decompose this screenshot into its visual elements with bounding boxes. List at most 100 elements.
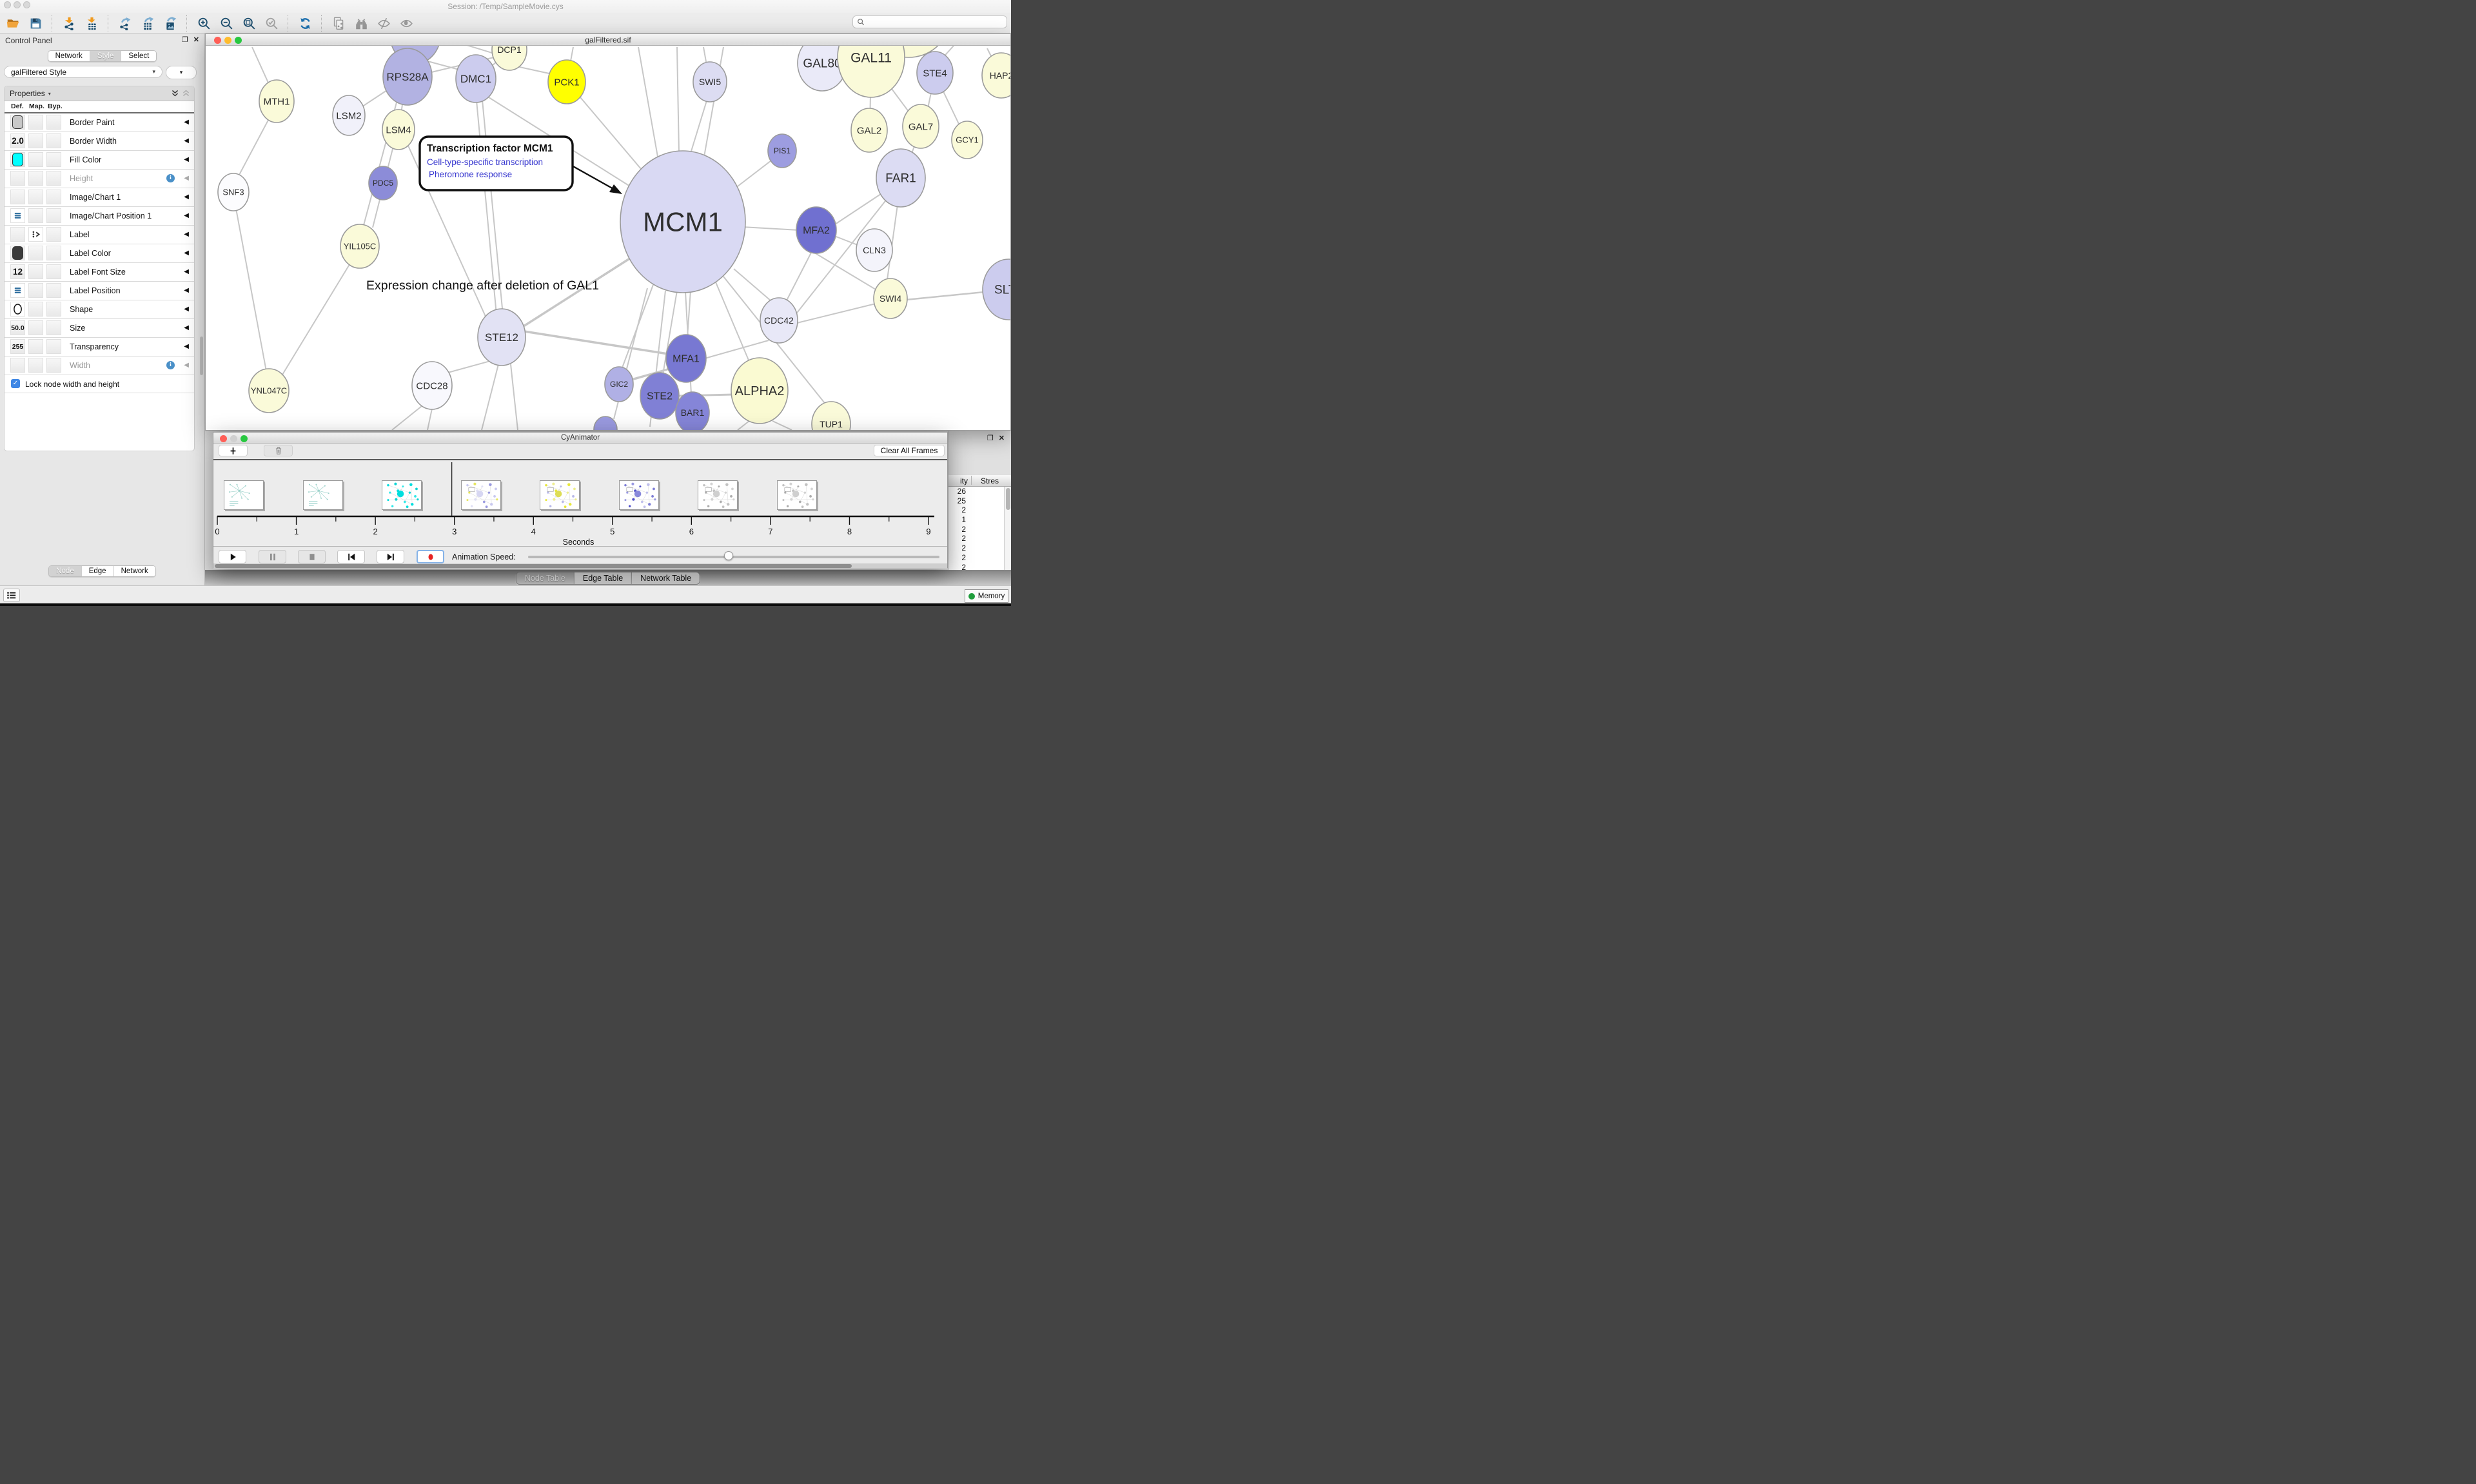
results-row[interactable]: 2 [948, 534, 1005, 543]
frame-thumbnail-6[interactable] [698, 480, 738, 510]
lock-size-checkbox[interactable]: ✓ [11, 379, 20, 388]
style-selector[interactable]: galFiltered Style ▾ [4, 66, 162, 78]
default-value-cell[interactable] [10, 283, 25, 298]
results-row[interactable]: 25 [948, 496, 1005, 506]
pause-button[interactable] [259, 550, 286, 563]
mapping-cell[interactable] [28, 320, 43, 335]
network-edge[interactable] [524, 331, 668, 354]
duplicate-network-icon[interactable] [331, 15, 346, 31]
results-scrollbar[interactable] [1004, 487, 1011, 570]
mapping-cell[interactable] [28, 227, 43, 242]
default-value-cell[interactable]: 50.0 [10, 320, 25, 335]
task-history-button[interactable] [3, 589, 20, 602]
network-edge[interactable] [714, 279, 749, 362]
collapse-arrow-icon[interactable]: ◀ [184, 268, 189, 275]
mapping-cell[interactable] [28, 264, 43, 279]
style-options-button[interactable]: ▾ [166, 66, 197, 79]
hide-selected-icon[interactable] [376, 15, 391, 31]
timeline-scrollbar[interactable] [213, 563, 947, 569]
mapping-cell[interactable] [28, 208, 43, 223]
network-edge[interactable] [742, 227, 799, 230]
bypass-cell[interactable] [46, 246, 61, 260]
animation-speed-slider[interactable] [528, 556, 939, 558]
mapping-cell[interactable] [28, 358, 43, 373]
network-edge[interactable] [772, 421, 792, 430]
network-edge[interactable] [906, 292, 984, 300]
collapse-all-icon[interactable] [182, 89, 190, 97]
default-value-cell[interactable] [10, 208, 25, 223]
collapse-arrow-icon[interactable]: ◀ [184, 175, 189, 182]
tab-network[interactable]: Network [113, 566, 155, 576]
default-value-cell[interactable] [10, 358, 25, 373]
zoom-fit-icon[interactable] [241, 15, 257, 31]
network-edge[interactable] [833, 191, 885, 226]
record-button[interactable] [417, 550, 444, 563]
default-value-cell[interactable] [10, 171, 25, 186]
network-edge[interactable] [427, 409, 432, 430]
mapping-cell[interactable] [28, 302, 43, 317]
mapping-cell[interactable] [28, 190, 43, 204]
search-input[interactable] [867, 16, 1007, 28]
collapse-arrow-icon[interactable]: ◀ [184, 137, 189, 144]
mapping-cell[interactable] [28, 152, 43, 167]
annotation-link[interactable]: Pheromone response [429, 170, 512, 179]
mapping-cell[interactable] [28, 171, 43, 186]
collapse-arrow-icon[interactable]: ◀ [184, 156, 189, 163]
network-edge[interactable] [446, 360, 493, 373]
mapping-cell[interactable] [28, 133, 43, 148]
clear-all-frames-button[interactable]: Clear All Frames [874, 445, 945, 456]
default-value-cell[interactable] [10, 246, 25, 260]
info-icon[interactable]: i [166, 174, 175, 182]
animation-speed-handle[interactable] [724, 551, 733, 560]
network-edge[interactable] [392, 406, 422, 430]
open-session-icon[interactable] [5, 15, 21, 31]
bypass-cell[interactable] [46, 133, 61, 148]
bypass-cell[interactable] [46, 283, 61, 298]
mapping-cell[interactable] [28, 115, 43, 130]
tab-network[interactable]: Network [48, 51, 90, 61]
network-edge[interactable] [235, 202, 267, 375]
default-value-cell[interactable]: 2.0 [10, 133, 25, 148]
network-titlebar[interactable]: galFiltered.sif [206, 34, 1010, 46]
properties-header[interactable]: Properties ▾ [5, 86, 194, 101]
show-all-icon[interactable] [398, 15, 414, 31]
collapse-arrow-icon[interactable]: ◀ [184, 324, 189, 331]
default-value-cell[interactable]: 12 [10, 264, 25, 279]
stop-button[interactable] [298, 550, 326, 563]
default-value-cell[interactable] [10, 227, 25, 242]
network-edge[interactable] [738, 421, 749, 430]
bypass-cell[interactable] [46, 208, 61, 223]
bypass-cell[interactable] [46, 339, 61, 354]
mapping-cell[interactable] [28, 246, 43, 260]
network-edge[interactable] [239, 113, 272, 176]
bypass-cell[interactable] [46, 190, 61, 204]
save-session-icon[interactable] [28, 15, 43, 31]
export-table-icon[interactable] [140, 15, 155, 31]
results-row[interactable]: 2 [948, 543, 1005, 553]
network-edge[interactable] [787, 251, 812, 300]
bypass-cell[interactable] [46, 302, 61, 317]
expand-all-icon[interactable] [171, 89, 179, 97]
collapse-arrow-icon[interactable]: ◀ [184, 193, 189, 200]
default-value-cell[interactable] [10, 302, 25, 317]
results-row[interactable]: 2 [948, 525, 1005, 534]
default-value-cell[interactable] [10, 115, 25, 130]
mapping-cell[interactable] [28, 283, 43, 298]
collapse-arrow-icon[interactable]: ◀ [184, 231, 189, 238]
bypass-cell[interactable] [46, 152, 61, 167]
add-frame-button[interactable] [219, 445, 248, 456]
play-button[interactable] [219, 550, 246, 563]
network-edge[interactable] [482, 364, 498, 430]
search-box[interactable] [852, 15, 1007, 28]
frame-thumbnail-3[interactable] [461, 480, 501, 510]
collapse-arrow-icon[interactable]: ◀ [184, 287, 189, 294]
results-row[interactable]: 2 [948, 553, 1005, 563]
network-edge[interactable] [580, 97, 645, 173]
frame-thumbnail-1[interactable] [303, 480, 343, 510]
tab-edge-table[interactable]: Edge Table [574, 572, 631, 584]
panel-scrollbar[interactable] [200, 337, 203, 375]
frame-thumbnail-2[interactable] [382, 480, 422, 510]
float-panel-icon[interactable]: ❐ [182, 35, 188, 44]
default-value-cell[interactable] [10, 152, 25, 167]
results-row[interactable]: 2 [948, 563, 1005, 571]
